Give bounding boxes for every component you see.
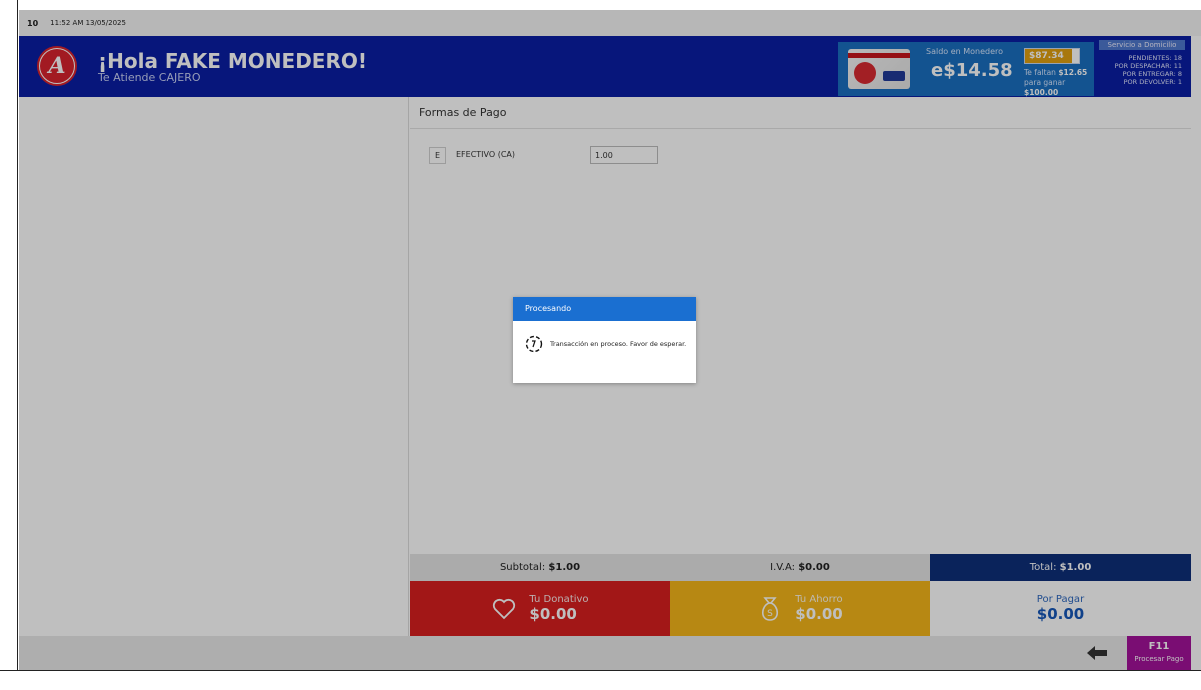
dialog-title: Procesando (513, 297, 696, 321)
window-frame-bottom (0, 670, 1201, 690)
processing-dialog: Procesando Transacción en proceso. Favor… (513, 297, 696, 383)
loading-spinner-icon (525, 335, 543, 353)
window-frame-left (0, 0, 18, 690)
dialog-message: Transacción en proceso. Favor de esperar… (550, 340, 687, 348)
pos-app: 10 11:52 AM 13/05/2025 A ¡Hola FAKE MONE… (0, 0, 1201, 690)
dialog-body: Transacción en proceso. Favor de esperar… (525, 335, 686, 353)
